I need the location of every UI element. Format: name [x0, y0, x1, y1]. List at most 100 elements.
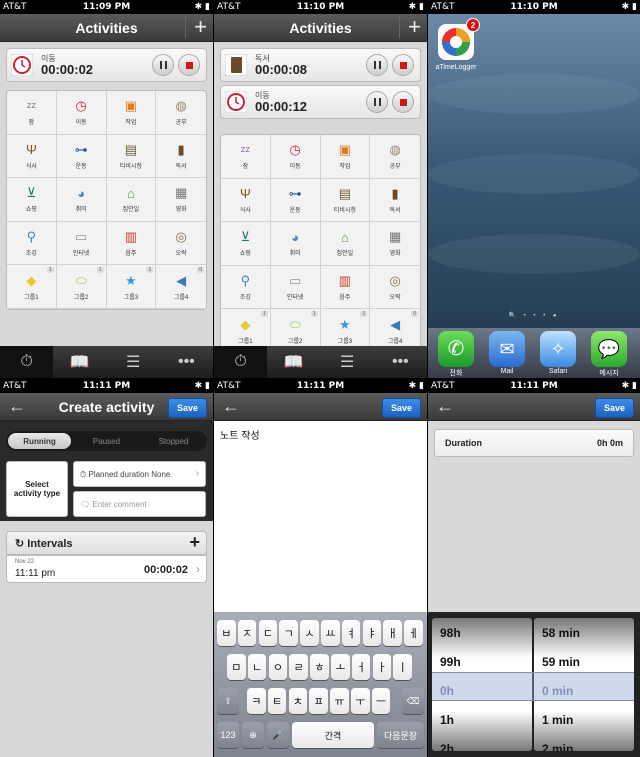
- add-activity-button[interactable]: +: [185, 16, 207, 38]
- activity-cell[interactable]: ◎ 오락: [156, 222, 206, 266]
- activity-cell[interactable]: ⌂ 집안일: [106, 178, 157, 222]
- activity-cell[interactable]: ▥ 음주: [106, 221, 157, 266]
- add-activity-button[interactable]: +: [399, 16, 421, 38]
- keyboard-key[interactable]: ㅇ: [268, 654, 288, 680]
- stop-button[interactable]: [392, 91, 414, 113]
- keyboard-key[interactable]: ㅏ: [372, 654, 392, 680]
- activity-cell[interactable]: ▭ 인터넷: [270, 265, 321, 310]
- keyboard-key[interactable]: ㄹ: [289, 654, 308, 680]
- keyboard-key[interactable]: ㅜ: [351, 688, 370, 714]
- save-button[interactable]: Save: [594, 398, 634, 418]
- activity-cell[interactable]: Ψ 식사: [221, 178, 271, 223]
- activity-cell[interactable]: ◆ 그룹1 1: [7, 265, 57, 309]
- activity-cell[interactable]: ◷ 이동: [56, 91, 107, 135]
- keyboard-key[interactable]: ㅅ: [300, 620, 319, 646]
- segment-stopped[interactable]: Stopped: [142, 433, 205, 449]
- globe-key[interactable]: ⊕: [242, 722, 264, 748]
- activity-cell[interactable]: ◷ 이동: [270, 135, 321, 179]
- activity-cell[interactable]: ⌂ 집안일: [320, 222, 371, 266]
- activity-cell[interactable]: Ψ 식사: [7, 134, 57, 179]
- messages-app-icon[interactable]: 💬: [591, 331, 627, 367]
- keyboard-key[interactable]: ㅔ: [404, 620, 423, 646]
- keyboard-key[interactable]: ㅂ: [217, 620, 236, 646]
- activity-cell[interactable]: ▮ 독서: [156, 135, 206, 179]
- keyboard-key[interactable]: ㅠ: [330, 688, 349, 714]
- activity-cell[interactable]: ◕ 취미: [56, 178, 107, 222]
- numbers-key[interactable]: 123: [217, 722, 239, 748]
- keyboard-key[interactable]: ㅍ: [309, 688, 328, 714]
- activity-cell[interactable]: ▭ 인터넷: [56, 221, 107, 266]
- keyboard-key[interactable]: ㄴ: [247, 654, 267, 680]
- segment-paused[interactable]: Paused: [75, 433, 138, 449]
- shift-key[interactable]: ⇧: [217, 688, 239, 714]
- save-button[interactable]: Save: [381, 398, 421, 418]
- tab-list[interactable]: ☰: [107, 346, 160, 378]
- tab-history[interactable]: 📖: [267, 346, 320, 378]
- back-arrow-icon[interactable]: ←: [436, 396, 454, 417]
- keyboard-key[interactable]: ㅐ: [383, 620, 402, 646]
- activity-cell[interactable]: ▥ 음주: [320, 265, 371, 310]
- tab-more[interactable]: •••: [160, 346, 213, 378]
- keyboard-key[interactable]: ㅑ: [362, 620, 382, 646]
- keyboard-key[interactable]: ㄷ: [258, 620, 278, 646]
- note-textarea[interactable]: 노트 작성: [220, 427, 260, 442]
- activity-cell[interactable]: ▦ 영화: [370, 222, 420, 266]
- keyboard-key[interactable]: ㅡ: [371, 688, 391, 714]
- stop-button[interactable]: [178, 54, 200, 76]
- activity-cell[interactable]: ★ 그룹3 1: [106, 265, 157, 309]
- keyboard-key[interactable]: ㅈ: [237, 620, 257, 646]
- tab-timers[interactable]: ⏱: [214, 346, 268, 378]
- activity-cell[interactable]: ⚲ 조깅: [221, 265, 271, 310]
- activity-cell[interactable]: ⊻ 쇼핑: [7, 178, 57, 222]
- picker-option[interactable]: 98h: [432, 618, 532, 647]
- activity-cell[interactable]: ᶻᶻ 잠: [221, 135, 271, 179]
- picker-option[interactable]: 2 min: [534, 734, 634, 752]
- tab-more[interactable]: •••: [374, 346, 427, 378]
- select-activity-type-button[interactable]: Select activity type: [6, 461, 68, 517]
- running-timer[interactable]: 독서 00:00:08: [220, 48, 421, 82]
- tab-list[interactable]: ☰: [321, 346, 374, 378]
- activity-cell[interactable]: ⚲ 조깅: [7, 221, 57, 266]
- running-timer[interactable]: 이동 00:00:12: [220, 85, 421, 119]
- delete-key[interactable]: ⌫: [402, 688, 424, 714]
- keyboard-key[interactable]: ㅛ: [321, 620, 340, 646]
- activity-cell[interactable]: ◎ 오락: [370, 266, 420, 310]
- save-button[interactable]: Save: [167, 398, 207, 418]
- keyboard-key[interactable]: ㅕ: [341, 620, 361, 646]
- activity-cell[interactable]: ⊶ 운동: [56, 134, 107, 179]
- activity-cell[interactable]: ▦ 영화: [156, 178, 206, 222]
- activity-cell[interactable]: ◀ 그룹4 0: [156, 265, 206, 309]
- keyboard-key[interactable]: ㅓ: [351, 654, 371, 680]
- running-timer[interactable]: 이동 00:00:02: [6, 48, 207, 82]
- return-key[interactable]: 다음문장: [377, 722, 424, 748]
- activity-cell[interactable]: ⊶ 운동: [270, 178, 321, 223]
- activity-cell[interactable]: ⊻ 쇼핑: [221, 222, 271, 266]
- keyboard-key[interactable]: ㅋ: [247, 688, 266, 714]
- add-interval-button[interactable]: +: [189, 532, 200, 553]
- picker-option[interactable]: 2h: [432, 734, 532, 752]
- mail-app-icon[interactable]: ✉: [489, 331, 525, 367]
- keyboard-key[interactable]: ㅁ: [227, 654, 246, 680]
- back-arrow-icon[interactable]: ←: [222, 396, 240, 417]
- keyboard-key[interactable]: ㅎ: [310, 654, 329, 680]
- planned-duration-row[interactable]: ⏱ Planned duration None ›: [73, 461, 206, 487]
- activity-cell[interactable]: ▤ 티비시청: [320, 178, 371, 223]
- phone-app-icon[interactable]: ✆: [438, 331, 474, 367]
- activity-cell[interactable]: ᶻᶻ 잠: [7, 91, 57, 135]
- keyboard-key[interactable]: ㅊ: [288, 688, 308, 714]
- segment-running[interactable]: Running: [8, 433, 71, 449]
- keyboard-key[interactable]: ㅗ: [331, 654, 350, 680]
- pause-button[interactable]: [366, 91, 388, 113]
- keyboard-key[interactable]: ㅣ: [393, 654, 412, 680]
- pause-button[interactable]: [152, 54, 174, 76]
- activity-cell[interactable]: ▤ 티비시청: [106, 134, 157, 179]
- mic-key[interactable]: 🎤: [267, 722, 289, 748]
- activity-cell[interactable]: ◍ 공부: [370, 135, 420, 179]
- stop-button[interactable]: [392, 54, 414, 76]
- safari-app-icon[interactable]: ✧: [540, 331, 576, 367]
- comment-field[interactable]: 🗨 Enter comment: [73, 491, 206, 517]
- keyboard-key[interactable]: ㄱ: [279, 620, 298, 646]
- space-key[interactable]: 간격: [292, 722, 374, 748]
- tab-timers[interactable]: ⏱: [0, 346, 54, 378]
- tab-history[interactable]: 📖: [53, 346, 106, 378]
